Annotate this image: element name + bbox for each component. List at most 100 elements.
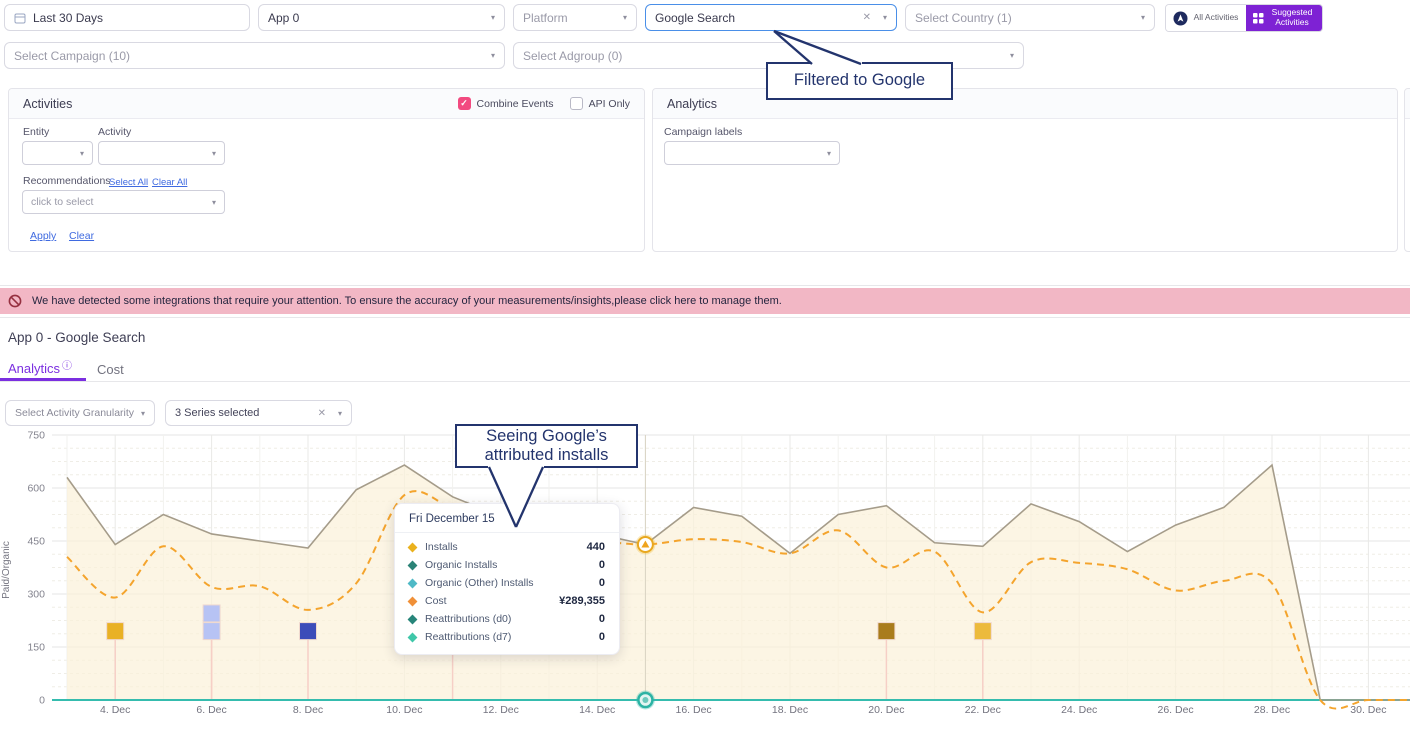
recommendation-marker[interactable] [878,623,895,640]
tooltip-series-label: Organic (Other) Installs [425,577,534,589]
select-all-link[interactable]: Select All [109,177,148,188]
suggested-activities-button[interactable]: Suggested Activities [1246,5,1322,31]
callout-seeing-installs: Seeing Google’s attributed installs [455,424,638,468]
svg-text:30. Dec: 30. Dec [1350,704,1386,716]
api-only-checkbox[interactable]: API Only [570,97,630,110]
tab-analytics-label: Analytics [8,361,60,376]
api-only-label: API Only [589,98,630,110]
svg-text:18. Dec: 18. Dec [772,704,808,716]
entity-label: Entity [23,126,49,138]
platform-select[interactable]: Platform ▾ [513,4,637,31]
clear-source-icon[interactable]: ✕ [863,12,871,23]
svg-text:16. Dec: 16. Dec [676,704,712,716]
svg-text:24. Dec: 24. Dec [1061,704,1097,716]
svg-text:Paid/Organic: Paid/Organic [1,541,12,599]
all-activities-button[interactable]: All Activities [1166,5,1246,31]
combine-events-checkbox[interactable]: ✓ Combine Events [458,97,554,110]
recommendations-placeholder: click to select [31,196,93,208]
chevron-down-icon: ▾ [827,149,831,158]
activity-select[interactable]: ▾ [98,141,225,165]
tooltip-row: Cost¥289,355 [395,592,619,610]
info-icon[interactable]: ⓘ [62,361,72,372]
divider [0,317,1410,318]
clear-link[interactable]: Clear [69,230,94,242]
campaign-select[interactable]: Select Campaign (10) ▾ [4,42,505,69]
tab-cost-label: Cost [97,362,124,377]
series-select[interactable]: 3 Series selected ✕ ▾ [165,400,352,426]
campaign-labels-label: Campaign labels [664,126,742,138]
callout-filtered-text: Filtered to Google [794,71,925,90]
svg-text:12. Dec: 12. Dec [483,704,519,716]
chevron-down-icon: ▾ [80,149,84,158]
calendar-icon [14,12,26,24]
series-diamond-icon [408,560,418,570]
tooltip-series-label: Installs [425,541,458,553]
svg-text:28. Dec: 28. Dec [1254,704,1290,716]
chevron-down-icon: ▾ [212,149,216,158]
report-title: App 0 - Google Search [8,330,145,345]
chevron-down-icon: ▾ [1135,13,1145,22]
chevron-down-icon: ▾ [485,13,495,22]
tooltip-row: Organic Installs0 [395,556,619,574]
activities-panel: Activities ✓ Combine Events API Only Ent… [8,88,645,252]
integration-alert[interactable]: We have detected some integrations that … [0,288,1410,314]
date-range-select[interactable]: Last 30 Days [4,4,250,31]
recommendation-marker[interactable] [107,623,124,640]
suggested-activities-icon [1253,13,1264,24]
svg-text:0: 0 [39,695,45,707]
alert-message: We have detected some integrations that … [32,295,782,307]
callout-filtered-to-google: Filtered to Google [766,62,953,100]
chevron-down-icon: ▾ [617,13,627,22]
svg-text:6. Dec: 6. Dec [196,704,226,716]
recommendation-marker[interactable] [203,623,220,640]
series-diamond-icon [408,596,418,606]
analytics-chart[interactable]: 01503004506007504. Dec6. Dec8. Dec10. De… [0,430,1410,725]
svg-text:4. Dec: 4. Dec [100,704,130,716]
page: Last 30 Days App 0 ▾ Platform ▾ Google S… [0,0,1410,729]
chevron-down-icon: ▾ [135,409,145,418]
tooltip-series-value: 0 [599,631,605,643]
suggested-activities-label: Suggested Activities [1269,8,1315,28]
analytics-panel-header: Analytics [653,89,1397,119]
tooltip-rows: Installs440Organic Installs0Organic (Oth… [395,533,619,654]
tab-analytics[interactable]: Analyticsⓘ [8,361,72,376]
analytics-panel: Analytics Campaign labels ▾ [652,88,1398,252]
tooltip-series-value: 0 [599,613,605,625]
app-value: App 0 [268,11,299,25]
apply-link[interactable]: Apply [30,230,56,242]
date-range-value: Last 30 Days [33,11,103,25]
tabbar-divider [0,381,1410,382]
entity-select[interactable]: ▾ [22,141,93,165]
country-placeholder: Select Country (1) [915,11,1012,25]
source-value: Google Search [655,11,735,25]
svg-text:8. Dec: 8. Dec [293,704,323,716]
svg-text:10. Dec: 10. Dec [386,704,422,716]
combine-events-label: Combine Events [477,98,554,110]
series-diamond-icon [408,578,418,588]
granularity-select[interactable]: Select Activity Granularity ▾ [5,400,155,426]
activities-panel-header: Activities ✓ Combine Events API Only [9,89,644,119]
checkbox-checked-icon: ✓ [458,97,471,110]
svg-text:26. Dec: 26. Dec [1158,704,1194,716]
all-activities-label: All Activities [1193,13,1239,23]
recommendation-marker[interactable] [974,623,991,640]
clear-all-link[interactable]: Clear All [152,177,187,188]
tooltip-series-value: 0 [599,559,605,571]
recommendations-select[interactable]: click to select ▾ [22,190,225,214]
country-select[interactable]: Select Country (1) ▾ [905,4,1155,31]
svg-text:20. Dec: 20. Dec [868,704,904,716]
svg-text:300: 300 [27,589,45,601]
recommendation-marker[interactable] [300,623,317,640]
tab-cost[interactable]: Cost [97,362,124,377]
blocked-icon [8,294,22,308]
callout-installs-text: Seeing Google’s attributed installs [471,427,622,466]
granularity-placeholder: Select Activity Granularity [15,407,134,419]
series-diamond-icon [408,542,418,552]
source-select[interactable]: Google Search ✕ ▾ [645,4,897,31]
app-select[interactable]: App 0 ▾ [258,4,505,31]
svg-text:22. Dec: 22. Dec [965,704,1001,716]
tooltip-series-value: 0 [599,577,605,589]
clear-series-icon[interactable]: ✕ [318,408,326,419]
campaign-labels-select[interactable]: ▾ [664,141,840,165]
recommendation-marker[interactable] [203,605,220,622]
